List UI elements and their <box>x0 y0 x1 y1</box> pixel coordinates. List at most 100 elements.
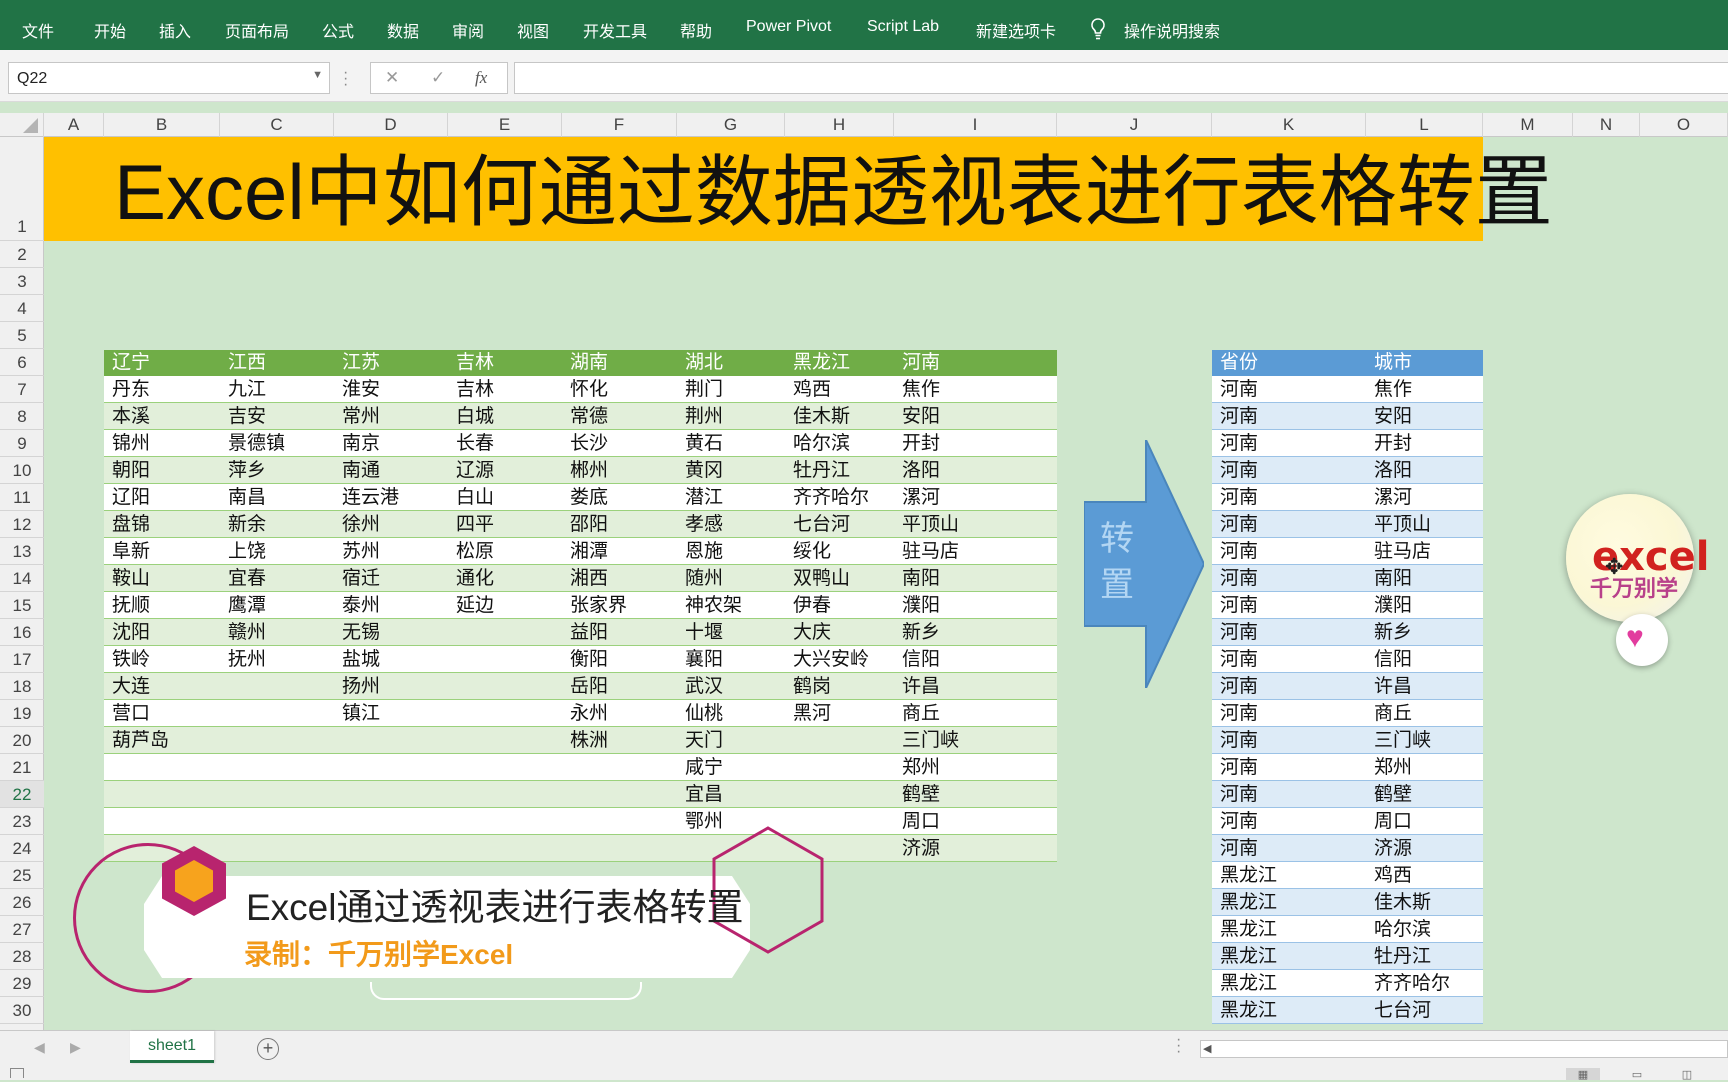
result-cell[interactable]: 河南 <box>1212 700 1366 727</box>
row-header-25[interactable]: 25 <box>0 862 44 889</box>
page-layout-view-icon[interactable]: ▭ <box>1620 1068 1654 1081</box>
column-header-i[interactable]: I <box>894 113 1057 137</box>
insert-function-icon[interactable]: fx <box>475 68 487 88</box>
result-cell[interactable]: 河南 <box>1212 781 1366 808</box>
source-cell[interactable]: 辽阳 <box>104 484 220 511</box>
source-cell[interactable]: 铁岭 <box>104 646 220 673</box>
source-cell[interactable]: 徐州 <box>334 511 448 538</box>
source-cell[interactable]: 安阳 <box>894 403 1057 430</box>
source-cell[interactable]: 株洲 <box>562 727 677 754</box>
row-header-16[interactable]: 16 <box>0 619 44 646</box>
row-header-9[interactable]: 9 <box>0 430 44 457</box>
row-header-15[interactable]: 15 <box>0 592 44 619</box>
source-cell[interactable]: 苏州 <box>334 538 448 565</box>
source-cell[interactable]: 南昌 <box>220 484 334 511</box>
source-cell[interactable]: 武汉 <box>677 673 785 700</box>
source-cell[interactable]: 三门峡 <box>894 727 1057 754</box>
source-cell[interactable]: 营口 <box>104 700 220 727</box>
source-cell[interactable] <box>785 781 894 808</box>
source-cell[interactable] <box>785 727 894 754</box>
source-cell[interactable] <box>334 727 448 754</box>
result-cell[interactable]: 漯河 <box>1366 484 1483 511</box>
source-cell[interactable]: 扬州 <box>334 673 448 700</box>
source-cell[interactable]: 随州 <box>677 565 785 592</box>
source-cell[interactable] <box>448 700 562 727</box>
source-cell[interactable]: 新乡 <box>894 619 1057 646</box>
source-cell[interactable]: 南阳 <box>894 565 1057 592</box>
source-cell[interactable]: 郑州 <box>894 754 1057 781</box>
source-cell[interactable]: 商丘 <box>894 700 1057 727</box>
source-cell[interactable]: 漯河 <box>894 484 1057 511</box>
tab-script-lab[interactable]: Script Lab <box>867 18 939 36</box>
source-cell[interactable]: 娄底 <box>562 484 677 511</box>
source-cell[interactable]: 牡丹江 <box>785 457 894 484</box>
row-header-21[interactable]: 21 <box>0 754 44 781</box>
source-cell[interactable]: 鹰潭 <box>220 592 334 619</box>
source-cell[interactable]: 锦州 <box>104 430 220 457</box>
source-cell[interactable]: 齐齐哈尔 <box>785 484 894 511</box>
source-cell[interactable]: 长沙 <box>562 430 677 457</box>
source-cell[interactable]: 潜江 <box>677 484 785 511</box>
source-cell[interactable]: 岳阳 <box>562 673 677 700</box>
column-header-j[interactable]: J <box>1057 113 1212 137</box>
result-cell[interactable]: 黑龙江 <box>1212 970 1366 997</box>
source-cell[interactable]: 鞍山 <box>104 565 220 592</box>
source-header-cell[interactable]: 江苏 <box>334 350 448 376</box>
source-cell[interactable] <box>334 781 448 808</box>
row-header-17[interactable]: 17 <box>0 646 44 673</box>
row-header-1[interactable]: 1 <box>0 137 44 241</box>
chevron-down-icon[interactable]: ▼ <box>312 69 323 81</box>
result-header-cell[interactable]: 城市 <box>1366 350 1483 376</box>
source-cell[interactable] <box>334 808 448 835</box>
tab-new[interactable]: 新建选项卡 <box>976 18 1056 42</box>
result-cell[interactable]: 河南 <box>1212 376 1366 403</box>
source-cell[interactable] <box>448 646 562 673</box>
macro-record-icon[interactable] <box>10 1068 24 1078</box>
source-cell[interactable]: 连云港 <box>334 484 448 511</box>
column-header-d[interactable]: D <box>334 113 448 137</box>
result-cell[interactable]: 河南 <box>1212 430 1366 457</box>
source-cell[interactable] <box>220 781 334 808</box>
tab-data[interactable]: 数据 <box>387 18 419 42</box>
row-header-7[interactable]: 7 <box>0 376 44 403</box>
source-cell[interactable]: 张家界 <box>562 592 677 619</box>
result-cell[interactable]: 河南 <box>1212 457 1366 484</box>
result-cell[interactable]: 河南 <box>1212 484 1366 511</box>
source-cell[interactable]: 天门 <box>677 727 785 754</box>
source-cell[interactable]: 孝感 <box>677 511 785 538</box>
result-cell[interactable]: 信阳 <box>1366 646 1483 673</box>
source-cell[interactable]: 洛阳 <box>894 457 1057 484</box>
source-cell[interactable]: 沈阳 <box>104 619 220 646</box>
source-cell[interactable]: 绥化 <box>785 538 894 565</box>
result-cell[interactable]: 黑龙江 <box>1212 889 1366 916</box>
result-cell[interactable]: 河南 <box>1212 511 1366 538</box>
tab-review[interactable]: 审阅 <box>452 18 484 42</box>
source-cell[interactable]: 开封 <box>894 430 1057 457</box>
source-cell[interactable]: 七台河 <box>785 511 894 538</box>
source-cell[interactable] <box>448 727 562 754</box>
column-header-a[interactable]: A <box>44 113 104 137</box>
page-break-view-icon[interactable]: ◫ <box>1670 1068 1704 1081</box>
source-cell[interactable] <box>220 835 334 862</box>
source-cell[interactable]: 信阳 <box>894 646 1057 673</box>
result-cell[interactable]: 许昌 <box>1366 673 1483 700</box>
result-cell[interactable]: 鸡西 <box>1366 862 1483 889</box>
source-cell[interactable]: 平顶山 <box>894 511 1057 538</box>
source-header-cell[interactable]: 辽宁 <box>104 350 220 376</box>
source-cell[interactable]: 宜昌 <box>677 781 785 808</box>
column-header-b[interactable]: B <box>104 113 220 137</box>
source-cell[interactable]: 葫芦岛 <box>104 727 220 754</box>
result-cell[interactable]: 商丘 <box>1366 700 1483 727</box>
source-cell[interactable]: 阜新 <box>104 538 220 565</box>
source-cell[interactable]: 济源 <box>894 835 1057 862</box>
source-cell[interactable]: 丹东 <box>104 376 220 403</box>
source-cell[interactable]: 盐城 <box>334 646 448 673</box>
source-cell[interactable]: 神农架 <box>677 592 785 619</box>
tab-help[interactable]: 帮助 <box>680 18 712 42</box>
cancel-icon[interactable]: ✕ <box>385 68 399 88</box>
row-header-30[interactable]: 30 <box>0 997 44 1024</box>
tell-me-search[interactable]: 操作说明搜索 <box>1124 18 1220 42</box>
source-cell[interactable]: 咸宁 <box>677 754 785 781</box>
source-header-cell[interactable]: 湖南 <box>562 350 677 376</box>
horizontal-scrollbar[interactable]: ◀ <box>1200 1040 1728 1058</box>
